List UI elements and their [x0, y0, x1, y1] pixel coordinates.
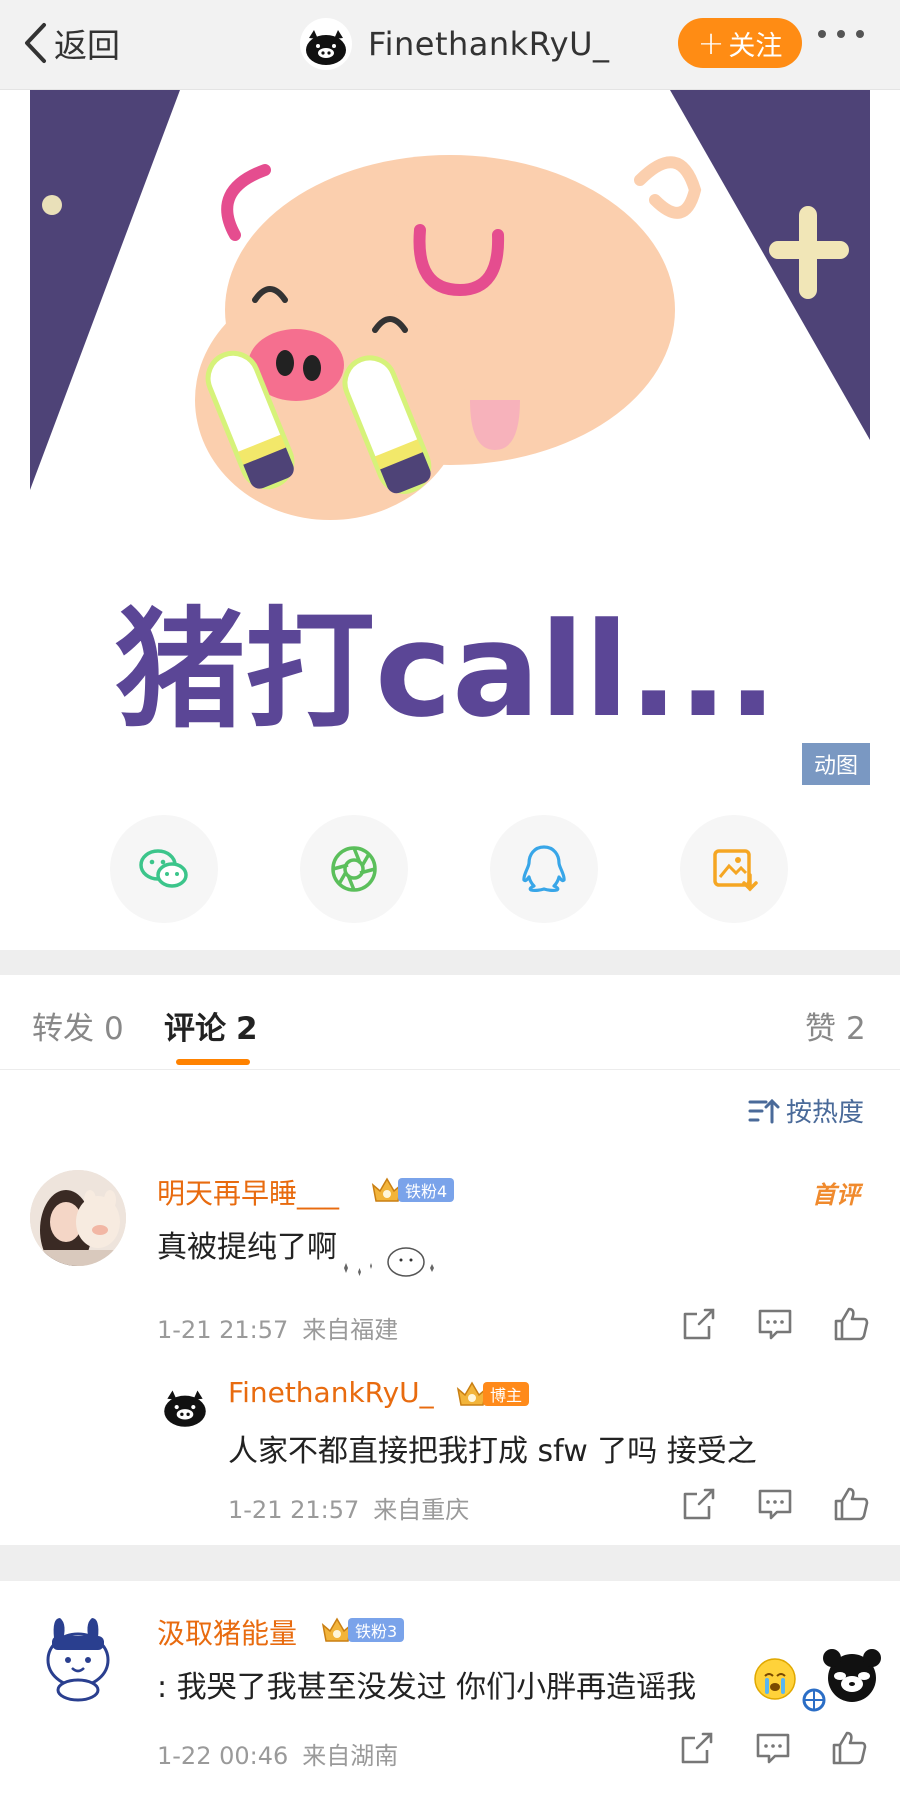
commenter-avatar[interactable]	[30, 1170, 126, 1266]
host-badge-label: 博主	[483, 1382, 530, 1406]
reply-date: 1-21 21:57	[228, 1496, 360, 1524]
pig-avatar-icon	[164, 1390, 206, 1427]
bunny-avatar-icon	[46, 1618, 110, 1702]
sort-icon	[748, 1098, 780, 1123]
comment-actions	[677, 1728, 869, 1768]
more-options-button[interactable]	[818, 30, 864, 38]
like-icon[interactable]	[831, 1304, 871, 1344]
comment-location: 来自湖南	[302, 1742, 399, 1770]
share-moments-button[interactable]	[300, 815, 408, 923]
user-photo-avatar	[30, 1170, 126, 1266]
share-icon[interactable]	[677, 1728, 717, 1768]
reply-meta: 1-21 21:57 来自重庆	[228, 1490, 469, 1525]
author-header[interactable]: FinethankRyU_	[300, 16, 610, 72]
pig-cheering-illustration: 猪打call...	[30, 90, 870, 785]
comment-date: 1-22 00:46	[157, 1742, 289, 1770]
comment-meta: 1-22 00:46 来自湖南	[157, 1736, 398, 1771]
comment-actions	[679, 1304, 871, 1344]
reply-author-name[interactable]: FinethankRyU_	[228, 1376, 434, 1409]
back-label: 返回	[54, 26, 120, 65]
bear-sticker-image	[802, 1649, 881, 1712]
top-nav-bar: 返回 FinethankRyU_ + 关注	[0, 0, 900, 90]
plus-icon: +	[697, 24, 725, 62]
more-dot	[837, 30, 845, 38]
share-wechat-button[interactable]	[110, 815, 218, 923]
back-button[interactable]: 返回	[22, 18, 120, 68]
more-dot	[818, 30, 826, 38]
pig-avatar-icon	[306, 30, 346, 65]
gif-badge: 动图	[802, 743, 870, 785]
fan-badge[interactable]: 铁粉3	[320, 1616, 405, 1644]
tab-repost[interactable]: 转发 0	[32, 1003, 124, 1048]
tab-repost-count: 0	[104, 1011, 124, 1047]
comment-location: 来自福建	[302, 1316, 399, 1344]
qq-icon	[522, 845, 566, 893]
reply-text: 人家不都直接把我打成 sfw 了吗 接受之	[228, 1434, 757, 1469]
commenter-name[interactable]: 汲取猪能量	[157, 1612, 297, 1652]
follow-button[interactable]: + 关注	[678, 18, 802, 68]
like-icon[interactable]	[829, 1728, 869, 1768]
first-comment-tag: 首评	[812, 1181, 860, 1209]
sticker-image	[344, 1247, 434, 1277]
tab-likes-count: 2	[846, 1011, 866, 1047]
save-image-button[interactable]	[680, 815, 788, 923]
gif-caption-text: 猪打call...	[115, 594, 777, 746]
interaction-tabs: 转发 0 评论 2 赞2	[0, 975, 900, 1070]
author-avatar[interactable]	[300, 18, 352, 70]
share-icon[interactable]	[679, 1304, 719, 1344]
share-row	[0, 815, 900, 925]
share-icon[interactable]	[679, 1484, 719, 1524]
chevron-left-icon	[25, 23, 46, 63]
sort-by-hot-button[interactable]: 按热度	[748, 1092, 864, 1129]
reply-author-avatar[interactable]	[158, 1378, 212, 1432]
moments-icon	[331, 846, 377, 892]
tab-comments[interactable]: 评论 2	[164, 1003, 258, 1048]
comment-date: 1-21 21:57	[157, 1316, 289, 1344]
comment-meta: 1-21 21:57 来自福建	[157, 1310, 398, 1345]
reply-icon[interactable]	[755, 1304, 795, 1344]
author-name[interactable]: FinethankRyU_	[368, 25, 610, 63]
comment-divider	[0, 1545, 900, 1581]
reply-icon[interactable]	[755, 1484, 795, 1524]
tab-repost-label: 转发	[32, 1011, 94, 1047]
fan-badge-label: 铁粉3	[348, 1618, 405, 1642]
host-badge: 博主	[455, 1380, 530, 1408]
share-qq-button[interactable]	[490, 815, 598, 923]
follow-label: 关注	[728, 30, 783, 62]
active-tab-indicator	[176, 1059, 250, 1065]
commenter-avatar[interactable]	[30, 1608, 126, 1704]
save-image-icon	[713, 849, 758, 892]
commenter-name[interactable]: 明天再早睡___	[157, 1172, 339, 1212]
comment-text: 真被提纯了啊	[157, 1230, 337, 1265]
crying-emoji-icon	[754, 1658, 796, 1700]
reply-location: 来自重庆	[373, 1496, 470, 1524]
wechat-icon	[139, 849, 188, 888]
fan-badge-label: 铁粉4	[398, 1178, 455, 1202]
tab-comments-count: 2	[236, 1011, 258, 1047]
tab-comments-label: 评论	[164, 1011, 226, 1047]
sort-label: 按热度	[786, 1098, 865, 1128]
section-divider	[0, 950, 900, 975]
comment-text: : 我哭了我甚至没发过 你们小胖再造谣我	[157, 1670, 697, 1705]
tab-likes-label: 赞	[805, 1011, 836, 1047]
like-icon[interactable]	[831, 1484, 871, 1524]
reply-actions	[679, 1484, 871, 1524]
fan-badge[interactable]: 铁粉4	[370, 1176, 455, 1204]
post-gif-image[interactable]: 猪打call... 动图	[30, 90, 870, 785]
tab-likes[interactable]: 赞2	[805, 1003, 866, 1048]
more-dot	[856, 30, 864, 38]
reply-icon[interactable]	[753, 1728, 793, 1768]
